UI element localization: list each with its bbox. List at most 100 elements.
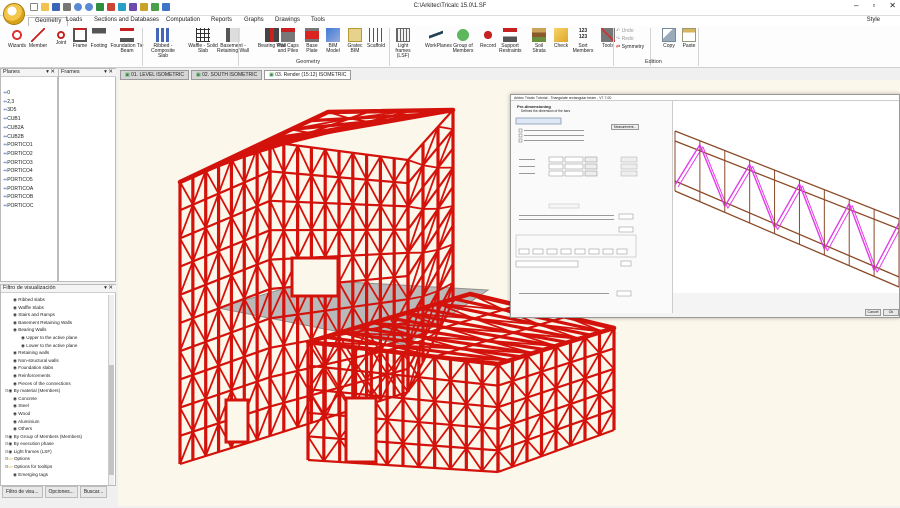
tab-search[interactable]: Buscar... xyxy=(80,486,107,498)
ribbed-slab-button[interactable]: Ribbed - Composite Slab xyxy=(146,28,180,59)
views-icon[interactable] xyxy=(129,3,137,11)
filter-tree-item[interactable]: ⊟▭ Options for tooltips xyxy=(5,463,105,471)
maximize-icon[interactable]: ▫ xyxy=(872,1,875,10)
footing-button[interactable]: Footing xyxy=(88,28,110,49)
ribbon-button-label: Support Restraints xyxy=(499,44,521,54)
rotate-icon[interactable] xyxy=(118,3,126,11)
filter-tree-item[interactable]: ◉ Wood xyxy=(5,410,105,418)
filter-tree-item[interactable]: ◉ Retaining walls xyxy=(5,349,105,357)
filter-tree-item[interactable]: ◉ Lower to the active plane xyxy=(5,342,105,350)
symmetry-button[interactable]: ⇄ Symmetry xyxy=(616,44,644,50)
plane-item[interactable]: ⇴PORTICO3 xyxy=(3,159,34,168)
plane-item[interactable]: ⇴CUB1 xyxy=(3,115,34,124)
record-button[interactable]: Record xyxy=(477,28,499,49)
cancel-button[interactable]: Cancel xyxy=(865,309,881,316)
group-members-button[interactable]: Group of Members xyxy=(452,28,474,54)
copy-button[interactable]: Copy xyxy=(658,28,680,49)
filter-tree-item[interactable]: ◉ Concrete xyxy=(5,395,105,403)
truss-preview[interactable] xyxy=(673,101,899,293)
check-button[interactable]: Check xyxy=(550,28,572,49)
sort-members-button[interactable]: 123 123Sort Members xyxy=(572,28,594,54)
application-menu-button[interactable] xyxy=(3,3,25,25)
tab-loads[interactable]: Loads xyxy=(66,17,82,23)
tab-filter[interactable]: Filtro de visu... xyxy=(2,486,43,498)
redo-icon[interactable] xyxy=(85,3,93,11)
minimize-icon[interactable]: – xyxy=(854,1,858,10)
support-restraints-button[interactable]: Support Restraints xyxy=(499,28,521,54)
plane-item[interactable]: ⇴CUB2B xyxy=(3,133,34,142)
filter-tree-item[interactable]: ◉ Pieces of the connections xyxy=(5,380,105,388)
tab-options[interactable]: Opciones... xyxy=(45,486,78,498)
retaining-wall-button[interactable]: Basement - Retaining Wall xyxy=(216,28,250,54)
undo-button[interactable]: ↶ Undo xyxy=(616,28,644,34)
filter-tree-item[interactable]: ◉ Ribbed slabs xyxy=(5,296,105,304)
soil-strata-button[interactable]: Soil Strata xyxy=(528,28,550,54)
filter-tree-item[interactable]: ⊟◉ By Group of Members (Members) xyxy=(5,433,105,441)
open-icon[interactable] xyxy=(41,3,49,11)
print-icon[interactable] xyxy=(63,3,71,11)
plane-item[interactable]: ⇴2,3 xyxy=(3,98,34,107)
filter-tree-item[interactable]: ◉ Emerging tags xyxy=(5,471,105,479)
bim-model-button[interactable]: BIM Model xyxy=(322,28,344,54)
filter-tree-item[interactable]: ◉ Bearing Walls xyxy=(5,326,105,334)
paste-button[interactable]: Paste xyxy=(678,28,700,49)
plane-item[interactable]: ⇴0 xyxy=(3,89,34,98)
save-icon[interactable] xyxy=(52,3,60,11)
render-icon[interactable] xyxy=(140,3,148,11)
undo-icon[interactable] xyxy=(74,3,82,11)
filter-scrollbar[interactable] xyxy=(108,295,114,485)
filter-tree-item[interactable]: ◉ Upper to the active plane xyxy=(5,334,105,342)
tab-computation[interactable]: Computation xyxy=(166,17,200,23)
scroll-thumb[interactable] xyxy=(109,365,114,475)
plane-item[interactable]: ⇴PORTICO5 xyxy=(3,176,34,185)
close-icon[interactable]: ✕ xyxy=(889,1,896,10)
filter-tree-item[interactable]: ⊟◉ By material (Members) xyxy=(5,387,105,395)
filter-tree-item[interactable]: ◉ Waffle Slabs xyxy=(5,304,105,312)
filter-tree-item[interactable]: ◉ Others xyxy=(5,425,105,433)
filter-tree-item[interactable]: ◉ Foundation slabs xyxy=(5,364,105,372)
style-menu[interactable]: Style xyxy=(867,17,880,23)
filter-tree-item[interactable]: ◉ Basement Retaining Walls xyxy=(5,319,105,327)
zoom-icon[interactable] xyxy=(96,3,104,11)
filter-tree-item[interactable]: ⊟◉ By execution phase xyxy=(5,440,105,448)
plane-item[interactable]: ⇴3D5 xyxy=(3,106,34,115)
help-icon[interactable] xyxy=(162,3,170,11)
pile-caps-button[interactable]: Pile Caps and Piles xyxy=(277,28,299,54)
ok-button[interactable]: Ok xyxy=(883,309,899,316)
view-tab-level[interactable]: ▣ 01. LEVEL ISOMETRIC xyxy=(120,70,189,80)
filter-tree-item[interactable]: ◉ Aluminium xyxy=(5,418,105,426)
view-tab-render[interactable]: ▣ 03. Render (15:12) ISOMETRIC xyxy=(264,70,351,80)
tab-sections-databases[interactable]: Sections and Databases xyxy=(94,17,159,23)
base-plate-button[interactable]: Base Plate xyxy=(301,28,323,54)
redo-button[interactable]: ↷ Redo xyxy=(616,36,644,42)
plane-item[interactable]: ⇴PORTICOC xyxy=(3,202,34,211)
plane-item[interactable]: ⇴PORTICO4 xyxy=(3,167,34,176)
waffle-slab-button[interactable]: Waffle - Solid Slab xyxy=(186,28,220,54)
tie-beam-button[interactable]: Foundation Tie Beam xyxy=(110,28,144,54)
gratec-bim-button[interactable]: Gratec BIM xyxy=(344,28,366,54)
light-frames-button[interactable]: Light frames (LSF) xyxy=(392,28,414,59)
plane-item[interactable]: ⇴PORTICOA xyxy=(3,185,34,194)
view-tab-south[interactable]: ▣ 02. SOUTH ISOMETRIC xyxy=(191,70,262,80)
workplanes-button[interactable]: WorkPlanes xyxy=(425,28,447,49)
wizards-button[interactable]: Wizards xyxy=(6,28,28,49)
tab-tools[interactable]: Tools xyxy=(311,17,325,23)
filter-tree-item[interactable]: ◉ Stairs and Ramps xyxy=(5,311,105,319)
layers-icon[interactable] xyxy=(151,3,159,11)
plane-item[interactable]: ⇴CUB2A xyxy=(3,124,34,133)
tab-reports[interactable]: Reports xyxy=(211,17,232,23)
plane-item[interactable]: ⇴PORTICO2 xyxy=(3,150,34,159)
scaffold-button[interactable]: Scaffold xyxy=(365,28,387,49)
new-icon[interactable] xyxy=(30,3,38,11)
tab-graphs[interactable]: Graphs xyxy=(244,17,264,23)
filter-tree-item[interactable]: ⊟◉ Light frames (LSF) xyxy=(5,448,105,456)
filter-tree-item[interactable]: ◉ Steel xyxy=(5,402,105,410)
tab-drawings[interactable]: Drawings xyxy=(275,17,300,23)
member-button[interactable]: Member xyxy=(27,28,49,49)
pan-icon[interactable] xyxy=(107,3,115,11)
plane-item[interactable]: ⇴PORTICO1 xyxy=(3,141,34,150)
filter-tree-item[interactable]: ◉ Non-structural walls xyxy=(5,357,105,365)
plane-item[interactable]: ⇴PORTICOB xyxy=(3,193,34,202)
filter-tree-item[interactable]: ⊟▭ Options xyxy=(5,455,105,463)
filter-tree-item[interactable]: ◉ Reinforcements xyxy=(5,372,105,380)
